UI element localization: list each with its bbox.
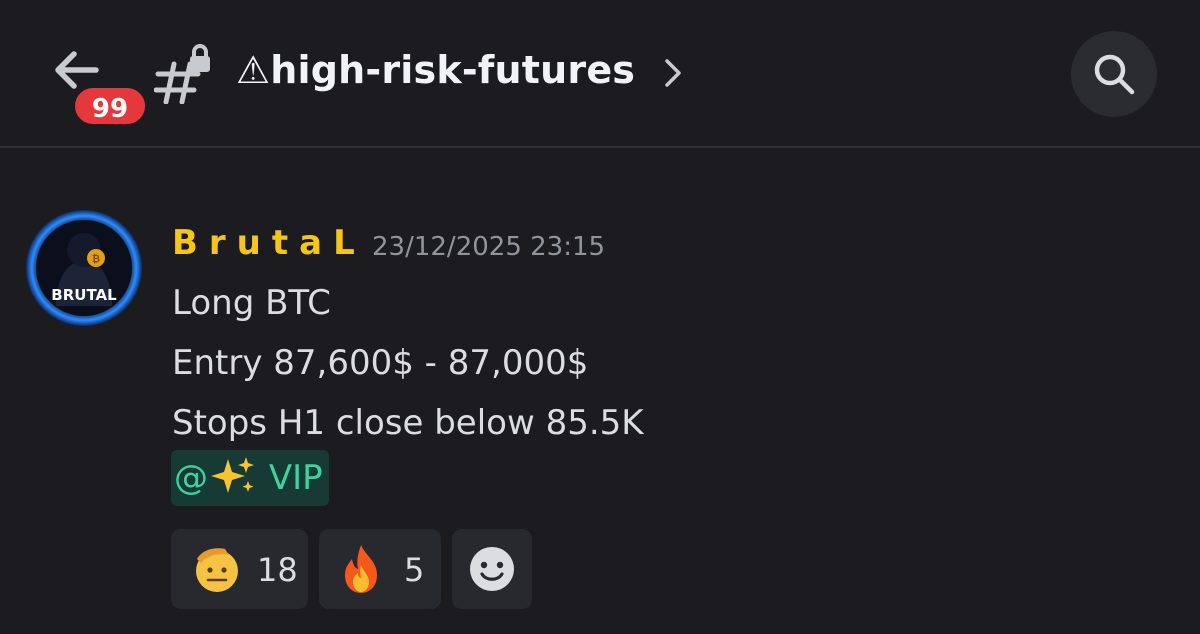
chat-screen: 99 ⚠high-risk-futures ₿ BRUTAL BrutaL 23… — [0, 0, 1200, 634]
saluting-face-icon — [196, 548, 238, 592]
unread-count-badge: 99 — [72, 85, 148, 127]
message-line: Entry 87,600$ - 87,000$ — [172, 343, 589, 383]
mention-prefix: @ — [174, 458, 208, 498]
reaction-count: 18 — [257, 551, 298, 589]
channel-header: 99 ⚠high-risk-futures — [0, 0, 1200, 148]
role-mention[interactable]: @ VIP — [171, 450, 329, 506]
fire-icon — [345, 545, 377, 593]
author-avatar[interactable]: ₿ BRUTAL — [26, 210, 142, 326]
mention-role-name: VIP — [268, 458, 323, 498]
sparkles-icon — [211, 457, 254, 493]
search-button[interactable] — [1071, 31, 1157, 117]
smiley-add-icon — [470, 547, 514, 591]
chevron-right-icon[interactable] — [664, 58, 682, 88]
search-icon — [1094, 54, 1135, 95]
avatar-logo-text: BRUTAL — [51, 286, 117, 304]
message-timestamp: 23/12/2025 23:15 — [372, 232, 606, 262]
svg-text:₿: ₿ — [92, 253, 100, 265]
reaction-fire[interactable]: 5 — [319, 529, 441, 609]
reaction-saluting[interactable]: 18 — [171, 529, 308, 609]
reaction-count: 5 — [404, 551, 425, 589]
channel-name[interactable]: ⚠high-risk-futures — [236, 48, 635, 92]
message-line: Long BTC — [172, 283, 331, 323]
author-name[interactable]: BrutaL — [172, 223, 366, 263]
locked-channel-icon — [154, 44, 210, 104]
message-line: Stops H1 close below 85.5K — [172, 403, 644, 443]
add-reaction-button[interactable] — [452, 529, 532, 609]
chat-message: ₿ BRUTAL BrutaL 23/12/2025 23:15 Long BT… — [0, 150, 1200, 634]
